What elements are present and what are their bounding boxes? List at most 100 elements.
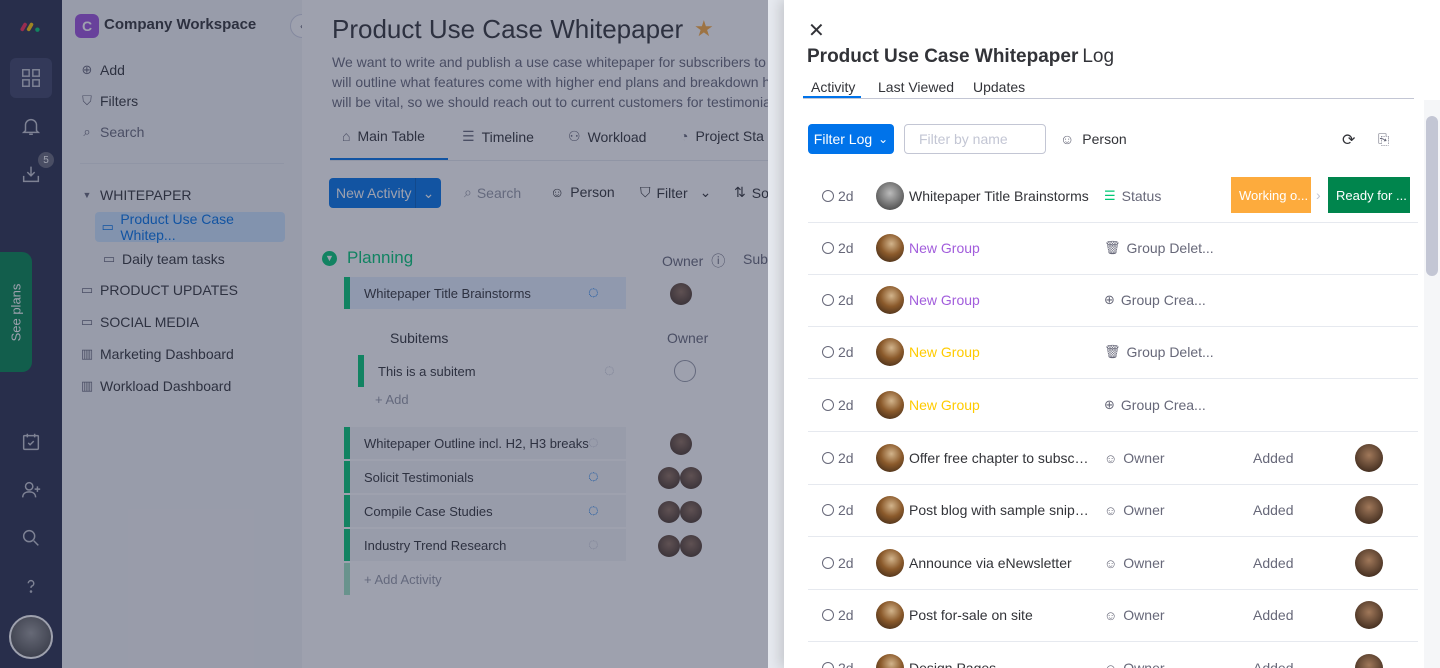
board-scrollbar[interactable] <box>768 0 784 668</box>
log-field: ⊕ Group Crea... <box>1104 292 1214 308</box>
tab-updates[interactable]: Updates <box>973 79 1025 95</box>
log-row[interactable]: 2d New Group ⊕ Group Crea... <box>808 380 1418 432</box>
log-time: 2d <box>822 344 854 360</box>
status-to-pill: Ready for ... <box>1328 177 1410 213</box>
added-owner-avatar[interactable] <box>1355 601 1383 629</box>
clock-icon <box>822 662 834 668</box>
refresh-icon[interactable]: ⟳ <box>1342 130 1355 150</box>
log-title-suffix: Log <box>1082 46 1115 67</box>
filter-by-name-input[interactable] <box>904 124 1046 154</box>
owner-icon: ☺ <box>1104 450 1118 466</box>
log-row[interactable]: 2d New Group 🗑 Group Delet... <box>808 327 1418 379</box>
added-owner-avatar[interactable] <box>1355 654 1383 668</box>
clock-icon <box>822 294 834 306</box>
log-time-value: 2d <box>838 607 854 623</box>
divider <box>803 98 1414 99</box>
log-time: 2d <box>822 240 854 256</box>
log-row[interactable]: 2d Offer free chapter to subscrib... ☺ Ow… <box>808 433 1418 485</box>
log-title: Product Use Case Whitepaper Log <box>807 46 1114 68</box>
tab-activity[interactable]: Activity <box>811 79 855 95</box>
log-item-name: New Group <box>909 240 980 256</box>
clock-icon <box>822 557 834 569</box>
log-time-value: 2d <box>838 555 854 571</box>
log-field-label: Owner <box>1123 555 1165 571</box>
clock-icon <box>822 242 834 254</box>
log-row[interactable]: 2d New Group 🗑 Group Delet... <box>808 223 1418 275</box>
log-time-value: 2d <box>838 188 854 204</box>
log-item-name: Announce via eNewsletter <box>909 555 1072 571</box>
activity-log-panel: ✕ Product Use Case Whitepaper Log Activit… <box>784 0 1440 668</box>
owner-icon: ☺ <box>1104 502 1118 518</box>
log-field: ☺ Owner <box>1104 502 1214 518</box>
log-field: 🗑 Group Delet... <box>1104 240 1214 256</box>
user-avatar[interactable] <box>876 444 904 472</box>
chevron-down-icon: ⌄ <box>878 132 889 146</box>
log-row[interactable]: 2d Whitepaper Title Brainstorms ☰ Status … <box>808 171 1418 223</box>
log-item-name: Post for-sale on site <box>909 607 1033 623</box>
log-field-label: Status <box>1121 188 1162 204</box>
log-item-name: New Group <box>909 344 980 360</box>
added-owner-avatar[interactable] <box>1355 444 1383 472</box>
user-avatar[interactable] <box>876 182 904 210</box>
log-item-name: New Group <box>909 292 980 308</box>
log-time: 2d <box>822 397 854 413</box>
trash-icon: 🗑 <box>1104 240 1121 255</box>
clock-icon <box>822 452 834 464</box>
log-time-value: 2d <box>838 397 854 413</box>
log-field-label: Group Crea... <box>1120 292 1206 308</box>
user-avatar[interactable] <box>876 549 904 577</box>
log-action: Added <box>1253 660 1294 668</box>
person-icon: ☺ <box>1060 131 1075 147</box>
log-field-label: Owner <box>1123 607 1165 623</box>
user-avatar[interactable] <box>876 601 904 629</box>
log-action: Added <box>1253 502 1294 518</box>
log-row[interactable]: 2d Announce via eNewsletter ☺ Owner Added <box>808 538 1418 590</box>
log-time: 2d <box>822 555 854 571</box>
log-scrollbar[interactable] <box>1424 100 1440 668</box>
log-field: ☰ Status <box>1104 188 1214 204</box>
log-item-name: New Group <box>909 397 980 413</box>
user-avatar[interactable] <box>876 286 904 314</box>
added-owner-avatar[interactable] <box>1355 549 1383 577</box>
log-field: 🗑 Group Delet... <box>1104 344 1214 360</box>
user-avatar[interactable] <box>876 234 904 262</box>
log-time: 2d <box>822 607 854 623</box>
log-row[interactable]: 2d New Group ⊕ Group Crea... <box>808 275 1418 327</box>
log-field: ☺ Owner <box>1104 660 1214 668</box>
person-filter[interactable]: ☺ Person <box>1060 131 1127 147</box>
owner-icon: ☺ <box>1104 607 1118 623</box>
filter-log-button[interactable]: Filter Log ⌄ <box>808 124 894 154</box>
log-time: 2d <box>822 660 854 668</box>
log-field-label: Group Delet... <box>1126 240 1214 256</box>
status-icon: ☰ <box>1104 188 1116 203</box>
log-row[interactable]: 2d Post blog with sample snippet ☺ Owner … <box>808 485 1418 537</box>
tab-last-viewed[interactable]: Last Viewed <box>878 79 954 95</box>
user-avatar[interactable] <box>876 496 904 524</box>
user-avatar[interactable] <box>876 654 904 668</box>
log-board-name: Product Use Case Whitepaper <box>807 46 1079 67</box>
log-time-value: 2d <box>838 660 854 668</box>
trash-icon: 🗑 <box>1104 344 1121 359</box>
modal-backdrop[interactable] <box>0 0 786 668</box>
log-action: Added <box>1253 555 1294 571</box>
user-avatar[interactable] <box>876 338 904 366</box>
log-action: Added <box>1253 607 1294 623</box>
log-time: 2d <box>822 292 854 308</box>
log-row[interactable]: 2d Post for-sale on site ☺ Owner Added <box>808 590 1418 642</box>
export-icon[interactable]: ⎘ <box>1378 131 1389 148</box>
log-row[interactable]: 2d Design Pages ☺ Owner Added <box>808 643 1418 668</box>
added-owner-avatar[interactable] <box>1355 496 1383 524</box>
app: 5 See plans C Company Workspace ‹ ⊕Add ⛉… <box>0 0 1440 668</box>
log-time-value: 2d <box>838 240 854 256</box>
log-time: 2d <box>822 502 854 518</box>
clock-icon <box>822 609 834 621</box>
owner-icon: ☺ <box>1104 660 1118 668</box>
log-field-label: Owner <box>1123 660 1165 668</box>
log-field-label: Owner <box>1123 450 1165 466</box>
log-item-name: Offer free chapter to subscrib... <box>909 450 1089 466</box>
user-avatar[interactable] <box>876 391 904 419</box>
close-icon[interactable]: ✕ <box>808 18 825 43</box>
log-field: ☺ Owner <box>1104 555 1214 571</box>
plus-circle-icon: ⊕ <box>1104 397 1115 412</box>
scrollbar-thumb[interactable] <box>1426 116 1438 276</box>
